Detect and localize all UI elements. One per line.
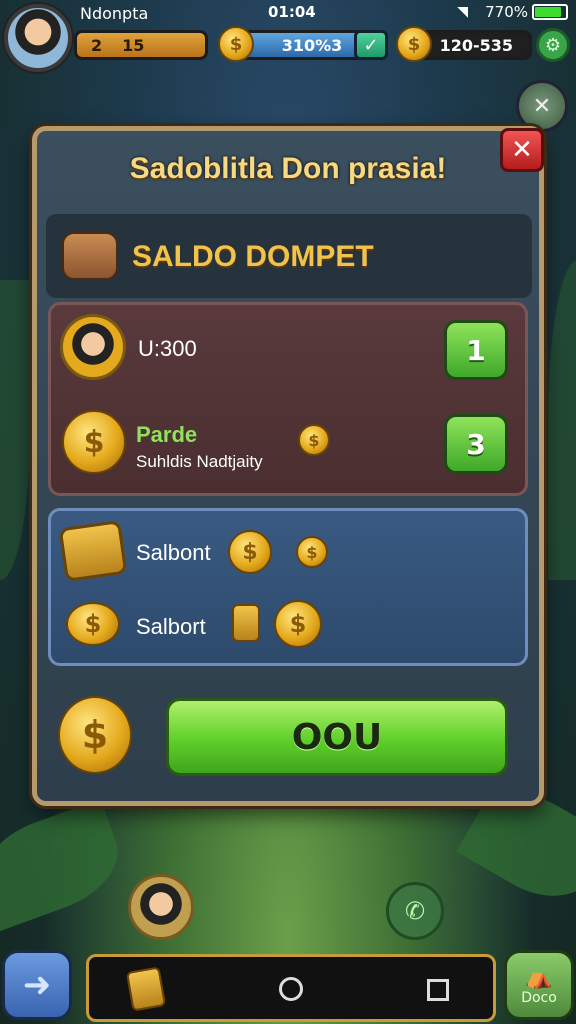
gem-value: 310%3 [281, 35, 343, 55]
coin-icon: $ [396, 26, 432, 62]
coin-icon: $ [218, 26, 254, 62]
chest-icon [58, 519, 128, 583]
coin-icon: $ [66, 602, 120, 646]
coin-icon: $ [274, 600, 322, 648]
shop-button[interactable]: ⛺ Doco [504, 950, 574, 1020]
gear-icon[interactable]: ⚙ [536, 28, 570, 62]
reward-title: Parde [136, 422, 198, 447]
coin-icon: $ [296, 536, 328, 568]
chat-icon[interactable]: ✆ [386, 882, 444, 940]
balance-text: U:300 [138, 336, 197, 361]
coin-bag-icon [232, 604, 260, 642]
coin-icon: $ [62, 410, 126, 474]
coin-icon: $ [58, 696, 132, 774]
bottom-nav [86, 954, 496, 1022]
coin-icon: $ [228, 530, 272, 574]
wifi-icon: ◥ [457, 4, 468, 20]
app-name: Ndonpta [80, 4, 149, 23]
clock: 01:04 [268, 3, 316, 21]
wallet-header: SALDO DOMPET [46, 214, 532, 298]
square-icon[interactable] [427, 979, 449, 1001]
wallet-title: SALDO DOMPET [132, 240, 374, 273]
battery-icon [532, 4, 568, 20]
wallet-icon [62, 232, 118, 280]
level-value: 15 [122, 35, 145, 55]
reward-row-2-text: Salbort [136, 614, 206, 639]
reward-subtitle: Suhldis Nadtjaity [136, 452, 263, 471]
reward-row-1-text: Salbont [136, 540, 211, 565]
level-bar: 2 15 [74, 30, 208, 60]
option-button-3[interactable]: 3 [444, 414, 508, 474]
status-bar: Ndonpta 01:04 ◥ 770% [0, 0, 576, 28]
check-icon[interactable]: ✓ [354, 30, 388, 60]
player-avatar[interactable] [4, 4, 72, 72]
level-label: 2 [91, 35, 103, 55]
battery-percent: 770% [485, 3, 528, 21]
card-icon[interactable] [125, 966, 167, 1012]
gold-value: 120-535 [439, 35, 513, 55]
search-icon[interactable] [279, 977, 303, 1001]
hero-portrait[interactable] [128, 874, 194, 940]
option-button-1[interactable]: 1 [444, 320, 508, 380]
confirm-button[interactable]: OOU [166, 698, 508, 776]
hero-avatar [60, 314, 126, 380]
shop-label: Doco [521, 989, 557, 1006]
coin-icon: $ [298, 424, 330, 456]
back-button[interactable]: ➜ [2, 950, 72, 1020]
dialog-title: Sadoblitla Don prasia! [129, 152, 447, 185]
shop-icon: ⛺ [525, 964, 553, 990]
map-icon[interactable]: ✕ [516, 80, 568, 132]
